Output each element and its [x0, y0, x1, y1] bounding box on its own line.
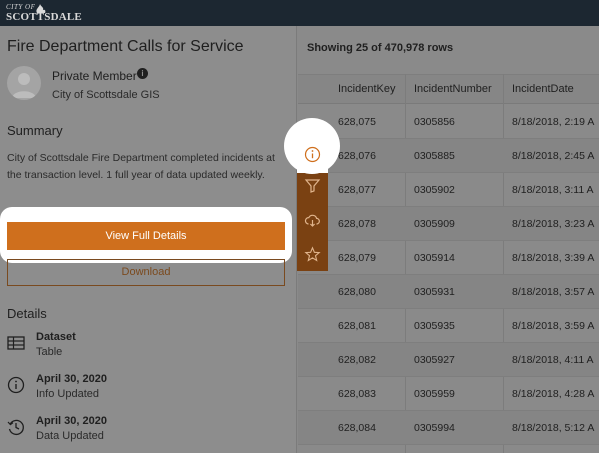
table-cell: 8/18/2018, 4:28 A: [512, 388, 595, 400]
table-row[interactable]: 628,081 0305935 8/18/2018, 3:59 A: [298, 309, 599, 343]
owner-info-icon[interactable]: i: [137, 68, 148, 79]
owner-organization: City of Scottsdale GIS: [52, 89, 160, 101]
table-cell: 628,084: [338, 422, 376, 434]
detail-main: Dataset: [36, 331, 76, 343]
data-table-area: Showing 25 of 470,978 rows IncidentKey I…: [298, 26, 599, 453]
table-row[interactable]: 628,079 0305914 8/18/2018, 3:39 A: [298, 241, 599, 275]
page-title: Fire Department Calls for Service: [7, 38, 244, 55]
table-cell: 0305931: [414, 286, 455, 298]
detail-main: April 30, 2020: [36, 415, 107, 427]
table-header: IncidentKey IncidentNumber IncidentDate: [298, 74, 599, 104]
table-cell: 628,081: [338, 320, 376, 332]
history-icon: [7, 418, 25, 436]
table-cell: 628,082: [338, 354, 376, 366]
top-bar: CITY OF SCOTTSDALE: [0, 0, 599, 26]
table-cell: 8/18/2018, 3:39 A: [512, 252, 595, 264]
table-row[interactable]: 628,078 0305909 8/18/2018, 3:23 A: [298, 207, 599, 241]
download-tool-button[interactable]: [297, 203, 328, 238]
favorite-button[interactable]: [297, 237, 328, 272]
logo-small-text: CITY OF: [6, 3, 36, 11]
table-cell: 8/18/2018, 3:23 A: [512, 218, 595, 230]
table-cell: 628,079: [338, 252, 376, 264]
table-row[interactable]: 628,077 0305902 8/18/2018, 3:11 A: [298, 173, 599, 207]
table-cell: 628,077: [338, 184, 376, 196]
info-icon: [304, 146, 321, 163]
table-cell: 8/18/2018, 3:59 A: [512, 320, 595, 332]
table-cell: 8/18/2018, 3:57 A: [512, 286, 595, 298]
table-row[interactable]: 628,076 0305885 8/18/2018, 2:45 A: [298, 139, 599, 173]
owner-name: Private Member: [52, 69, 137, 83]
column-header[interactable]: IncidentDate: [512, 83, 574, 95]
info-icon: [7, 376, 25, 394]
logo-big-text: SCOTTSDALE: [6, 11, 82, 23]
summary-text: City of Scottsdale Fire Department compl…: [7, 152, 275, 181]
table-cell: 8/18/2018, 5:12 A: [512, 422, 595, 434]
row-count-label: Showing 25 of 470,978 rows: [307, 42, 454, 54]
table-row[interactable]: 628,083 0305959 8/18/2018, 4:28 A: [298, 377, 599, 411]
table-cell: 628,075: [338, 116, 376, 128]
detail-row-type: Dataset Table: [7, 331, 207, 361]
column-header[interactable]: IncidentNumber: [414, 83, 492, 95]
table-cell: 0305994: [414, 422, 455, 434]
info-tool-button[interactable]: [297, 136, 328, 173]
detail-sub: Table: [36, 346, 63, 358]
detail-sub: Data Updated: [36, 430, 104, 442]
table-cell: 0305885: [414, 150, 455, 162]
table-cell: 0305959: [414, 388, 455, 400]
item-details-panel: Fire Department Calls for Service Privat…: [0, 26, 297, 453]
table-cell: 0305909: [414, 218, 455, 230]
avatar: [7, 66, 41, 100]
detail-row-info-updated: April 30, 2020 Info Updated: [7, 373, 207, 403]
detail-sub: Info Updated: [36, 388, 99, 400]
details-heading: Details: [7, 306, 47, 321]
download-button[interactable]: Download: [7, 259, 285, 286]
table-cell: 0305935: [414, 320, 455, 332]
table-cell: 8/18/2018, 2:45 A: [512, 150, 595, 162]
table-row[interactable]: 628,082 0305927 8/18/2018, 4:11 A: [298, 343, 599, 377]
table-cell: 8/18/2018, 4:11 A: [512, 354, 594, 366]
view-full-details-button[interactable]: View Full Details: [7, 222, 285, 250]
table-row[interactable]: 628,084 0305994 8/18/2018, 5:12 A: [298, 411, 599, 445]
detail-main: April 30, 2020: [36, 373, 107, 385]
table-cell: 0305927: [414, 354, 455, 366]
table-cell: 628,078: [338, 218, 376, 230]
table-cell: 628,083: [338, 388, 376, 400]
detail-row-data-updated: April 30, 2020 Data Updated: [7, 415, 207, 445]
table-cell: 0305902: [414, 184, 455, 196]
table-row[interactable]: 628,075 0305856 8/18/2018, 2:19 A: [298, 105, 599, 139]
table-icon: [7, 334, 25, 352]
table-cell: 8/18/2018, 2:19 A: [512, 116, 595, 128]
summary-heading: Summary: [7, 123, 63, 138]
user-icon: [12, 73, 36, 98]
filter-icon: [304, 179, 321, 193]
table-cell: 628,076: [338, 150, 376, 162]
table-cell: 8/18/2018, 3:11 A: [512, 184, 594, 196]
download-cloud-icon: [304, 214, 320, 227]
column-header[interactable]: IncidentKey: [338, 83, 395, 95]
table-cell: 628,080: [338, 286, 376, 298]
table-row[interactable]: 628,080 0305931 8/18/2018, 3:57 A: [298, 275, 599, 309]
scottsdale-logo[interactable]: CITY OF SCOTTSDALE: [6, 3, 82, 25]
table-cell: 0305856: [414, 116, 455, 128]
star-icon: [304, 246, 321, 262]
table-cell: 0305914: [414, 252, 455, 264]
